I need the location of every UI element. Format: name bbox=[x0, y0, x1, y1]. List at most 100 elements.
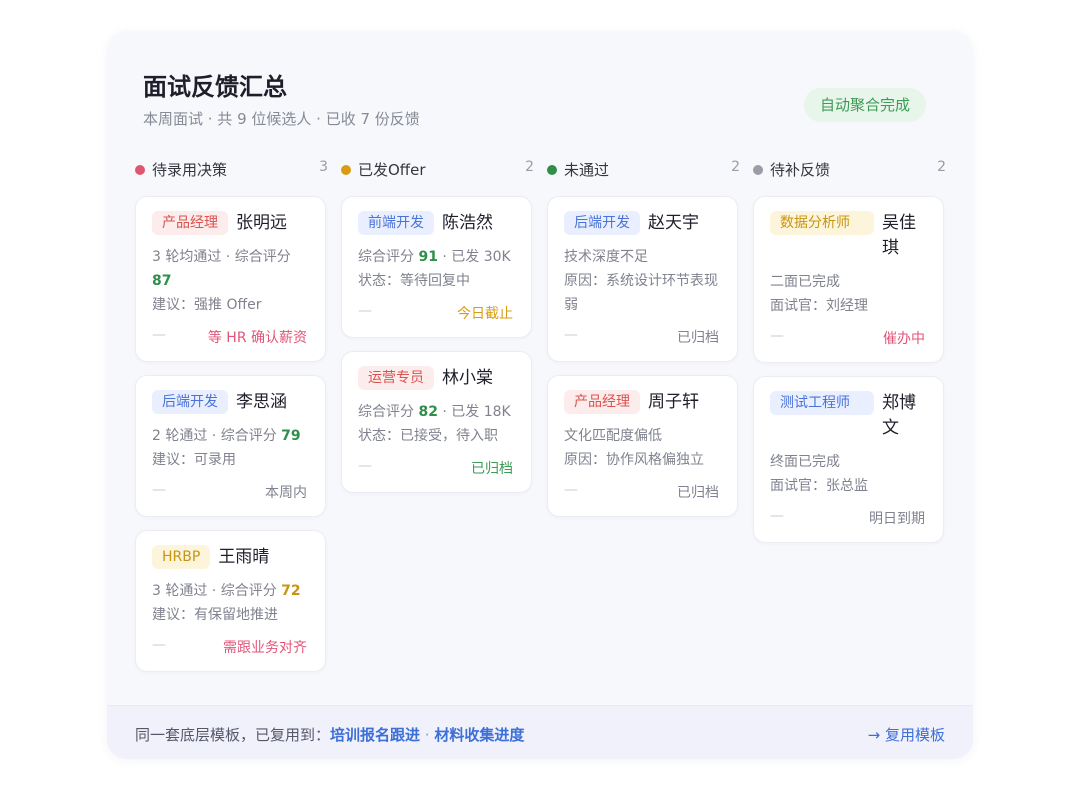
detail-line: 建议：可录用 bbox=[152, 452, 236, 468]
column-header: 待录用决策 3 bbox=[135, 157, 328, 185]
candidate-card[interactable]: 产品经理 周子轩 文化匹配度偏低 原因：协作风格偏独立 — 已归档 bbox=[547, 375, 738, 517]
column-dot bbox=[135, 165, 145, 175]
detail-line: 面试官：刘经理 bbox=[770, 298, 868, 314]
card-status: 已归档 bbox=[471, 461, 513, 477]
card-status: 已归档 bbox=[677, 485, 719, 501]
score-line: 3 轮通过 · 综合评分 72 bbox=[152, 583, 301, 599]
column-header: 待补反馈 2 bbox=[753, 157, 946, 185]
candidate-card[interactable]: 数据分析师 吴佳琪 二面已完成 面试官：刘经理 — 催办中 bbox=[753, 196, 944, 363]
feedback-summary-panel: 面试反馈汇总 本周面试 · 共 9 位候选人 · 已收 7 份反馈 自动聚合完成… bbox=[107, 31, 973, 759]
panel-footer: 同一套底层模板，已复用到：培训报名跟进 · 材料收集进度 → 复用模板 bbox=[107, 705, 973, 759]
candidate-name: 李思涵 bbox=[236, 392, 287, 412]
score-line: 3 轮均通过 · 综合评分 87 bbox=[152, 249, 291, 289]
candidate-card[interactable]: 测试工程师 郑博文 终面已完成 面试官：张总监 — 明日到期 bbox=[753, 376, 944, 543]
column-count: 3 bbox=[319, 159, 328, 175]
card-status: 等 HR 确认薪资 bbox=[207, 330, 307, 346]
summary-line: 文化匹配度偏低 bbox=[564, 428, 662, 444]
link-separator: · bbox=[420, 726, 435, 744]
score-value: 79 bbox=[281, 428, 301, 444]
page-subtitle: 本周面试 · 共 9 位候选人 · 已收 7 份反馈 bbox=[143, 110, 420, 128]
score-value: 72 bbox=[281, 583, 301, 599]
candidate-card[interactable]: 前端开发 陈浩然 综合评分 91 · 已发 30K 状态：等待回复中 — 今日截… bbox=[341, 196, 532, 338]
placeholder-dash: — bbox=[358, 303, 372, 319]
role-tag: 产品经理 bbox=[152, 211, 228, 235]
panel-header: 面试反馈汇总 本周面试 · 共 9 位候选人 · 已收 7 份反馈 自动聚合完成 bbox=[107, 31, 973, 135]
column-dot bbox=[547, 165, 557, 175]
score-value: 91 bbox=[418, 249, 438, 265]
card-status: 催办中 bbox=[883, 331, 925, 347]
candidate-name: 张明远 bbox=[236, 213, 287, 233]
card-status: 需跟业务对齐 bbox=[223, 640, 307, 656]
candidate-name: 赵天宇 bbox=[648, 213, 699, 233]
column-title: 待补反馈 bbox=[770, 161, 831, 179]
card-status: 本周内 bbox=[265, 485, 307, 501]
summary-line: 技术深度不足 bbox=[564, 249, 648, 265]
detail-line: 原因：系统设计环节表现弱 bbox=[564, 273, 718, 313]
column-title: 待录用决策 bbox=[152, 161, 228, 179]
card-status: 明日到期 bbox=[869, 511, 925, 527]
score-value: 82 bbox=[418, 404, 438, 420]
candidate-card[interactable]: 运营专员 林小棠 综合评分 82 · 已发 18K 状态：已接受，待入职 — 已… bbox=[341, 351, 532, 493]
role-tag: 数据分析师 bbox=[770, 211, 874, 235]
detail-line: 状态：已接受，待入职 bbox=[358, 428, 498, 444]
placeholder-dash: — bbox=[564, 482, 578, 498]
candidate-name: 周子轩 bbox=[648, 392, 699, 412]
detail-line: 面试官：张总监 bbox=[770, 478, 868, 494]
detail-line: 建议：有保留地推进 bbox=[152, 607, 278, 623]
score-line: 综合评分 91 · 已发 30K bbox=[358, 249, 511, 265]
page-title: 面试反馈汇总 bbox=[143, 73, 287, 101]
placeholder-dash: — bbox=[564, 327, 578, 343]
role-tag: 运营专员 bbox=[358, 366, 434, 390]
candidate-name: 王雨晴 bbox=[218, 547, 270, 567]
card-status: 今日截止 bbox=[457, 306, 513, 322]
candidate-name: 吴佳琪 bbox=[882, 213, 916, 258]
card-status: 已归档 bbox=[677, 330, 719, 346]
detail-line: 状态：等待回复中 bbox=[358, 273, 470, 289]
candidate-name: 陈浩然 bbox=[442, 213, 493, 233]
placeholder-dash: — bbox=[152, 637, 166, 653]
column-dot bbox=[753, 165, 763, 175]
role-tag: HRBP bbox=[152, 545, 211, 569]
column-offer-sent: 已发Offer 2 前端开发 陈浩然 综合评分 91 · 已发 30K 状态：等… bbox=[341, 157, 534, 493]
column-count: 2 bbox=[731, 159, 740, 175]
role-tag: 产品经理 bbox=[564, 390, 640, 414]
column-count: 2 bbox=[525, 159, 534, 175]
column-pending-feedback: 待补反馈 2 数据分析师 吴佳琪 二面已完成 面试官：刘经理 — 催办中 测试工… bbox=[753, 157, 946, 543]
candidate-card[interactable]: 产品经理 张明远 3 轮均通过 · 综合评分 87 建议：强推 Offer — … bbox=[135, 196, 326, 362]
column-header: 未通过 2 bbox=[547, 157, 740, 185]
column-count: 2 bbox=[937, 159, 946, 175]
placeholder-dash: — bbox=[358, 458, 372, 474]
summary-line: 二面已完成 bbox=[770, 274, 840, 290]
link-training-signup[interactable]: 培训报名跟进 bbox=[330, 726, 420, 744]
score-line: 综合评分 82 · 已发 18K bbox=[358, 404, 511, 420]
candidate-card[interactable]: 后端开发 李思涵 2 轮通过 · 综合评分 79 建议：可录用 — 本周内 bbox=[135, 375, 326, 517]
candidate-card[interactable]: HRBP 王雨晴 3 轮通过 · 综合评分 72 建议：有保留地推进 — 需跟业… bbox=[135, 530, 326, 672]
score-line: 2 轮通过 · 综合评分 79 bbox=[152, 428, 301, 444]
column-pending-decision: 待录用决策 3 产品经理 张明远 3 轮均通过 · 综合评分 87 建议：强推 … bbox=[135, 157, 328, 672]
column-not-passed: 未通过 2 后端开发 赵天宇 技术深度不足 原因：系统设计环节表现弱 — 已归档… bbox=[547, 157, 740, 517]
detail-line: 建议：强推 Offer bbox=[152, 297, 262, 313]
column-title: 未通过 bbox=[564, 161, 610, 179]
role-tag: 后端开发 bbox=[564, 211, 640, 235]
reuse-prefix: 同一套底层模板，已复用到： bbox=[135, 726, 331, 744]
candidate-name: 林小棠 bbox=[442, 368, 493, 388]
role-tag: 测试工程师 bbox=[770, 391, 874, 415]
column-dot bbox=[341, 165, 351, 175]
role-tag: 后端开发 bbox=[152, 390, 228, 414]
reuse-info: 同一套底层模板，已复用到：培训报名跟进 · 材料收集进度 bbox=[135, 724, 524, 745]
placeholder-dash: — bbox=[770, 508, 784, 524]
detail-line: 原因：协作风格偏独立 bbox=[564, 452, 704, 468]
summary-line: 终面已完成 bbox=[770, 454, 840, 470]
link-material-collection[interactable]: 材料收集进度 bbox=[434, 726, 524, 744]
column-header: 已发Offer 2 bbox=[341, 157, 534, 185]
candidate-card[interactable]: 后端开发 赵天宇 技术深度不足 原因：系统设计环节表现弱 — 已归档 bbox=[547, 196, 738, 362]
column-title: 已发Offer bbox=[358, 161, 426, 179]
placeholder-dash: — bbox=[152, 482, 166, 498]
placeholder-dash: — bbox=[152, 327, 166, 343]
score-value: 87 bbox=[152, 273, 172, 289]
reuse-template-link[interactable]: → 复用模板 bbox=[868, 724, 945, 745]
candidate-name: 郑博文 bbox=[882, 393, 916, 438]
placeholder-dash: — bbox=[770, 328, 784, 344]
status-badge: 自动聚合完成 bbox=[804, 88, 927, 122]
role-tag: 前端开发 bbox=[358, 211, 434, 235]
